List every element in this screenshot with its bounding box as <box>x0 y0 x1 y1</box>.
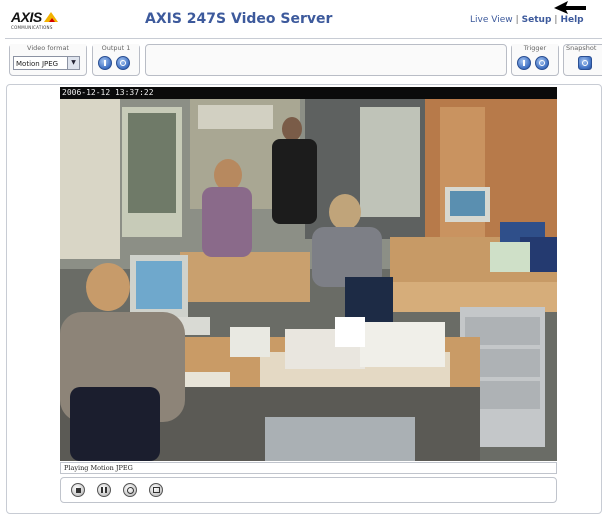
camera-icon[interactable] <box>578 56 592 70</box>
top-nav: Live View | Setup | Help <box>470 15 584 25</box>
snapshot-label: Snapshot <box>564 45 602 52</box>
toolbar-spacer <box>145 44 507 76</box>
nav-live-view[interactable]: Live View <box>470 15 513 25</box>
video-format-label: Video format <box>10 44 86 52</box>
record-icon[interactable] <box>123 483 137 497</box>
header-divider <box>5 38 602 39</box>
nav-setup[interactable]: Setup <box>522 15 552 25</box>
trigger-label: Trigger <box>512 44 558 52</box>
status-bar: Playing Motion JPEG <box>60 462 557 474</box>
snapshot-group: Snapshot <box>563 44 602 76</box>
live-video[interactable]: 2006-12-12 13:37:22 <box>60 87 557 461</box>
pointer-arrow-icon <box>554 1 586 14</box>
trigger-off-icon[interactable] <box>535 56 549 70</box>
output-label: Output 1 <box>93 44 139 52</box>
pause-icon[interactable] <box>97 483 111 497</box>
trigger-group: Trigger <box>511 44 559 76</box>
fullscreen-icon[interactable] <box>149 483 163 497</box>
logo-subtext: COMMUNICATIONS <box>11 25 53 30</box>
video-format-group: Video format Motion JPEG ▼ <box>9 44 87 76</box>
trigger-on-icon[interactable] <box>517 56 531 70</box>
playback-status: Playing Motion JPEG <box>64 464 133 472</box>
timestamp-bar: 2006-12-12 13:37:22 <box>60 87 557 99</box>
output-off-icon[interactable] <box>116 56 130 70</box>
nav-help[interactable]: Help <box>560 15 583 25</box>
playback-controls <box>60 477 557 503</box>
logo-triangle-accent-icon <box>49 18 55 22</box>
video-format-value: Motion JPEG <box>16 60 59 68</box>
output-group: Output 1 <box>92 44 140 76</box>
logo-text: AXIS <box>11 9 42 25</box>
video-scene <box>60 99 557 461</box>
output-on-icon[interactable] <box>98 56 112 70</box>
video-format-select[interactable]: Motion JPEG ▼ <box>13 56 80 70</box>
stop-icon[interactable] <box>71 483 85 497</box>
nav-separator: | <box>515 15 519 25</box>
axis-logo: AXIS COMMUNICATIONS <box>11 9 65 33</box>
timestamp-overlay: 2006-12-12 13:37:22 <box>62 88 154 97</box>
chevron-down-icon[interactable]: ▼ <box>67 57 79 69</box>
page-title: AXIS 247S Video Server <box>145 11 333 27</box>
